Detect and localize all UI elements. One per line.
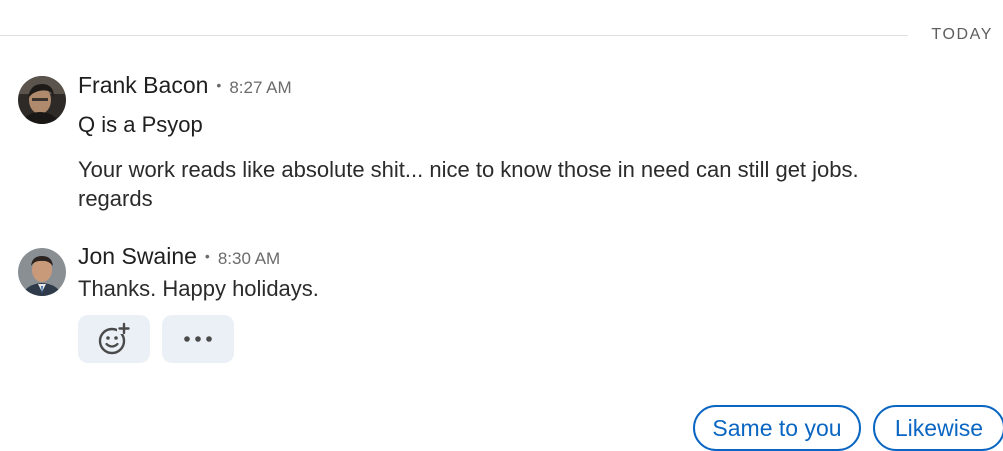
add-reaction-icon [98, 322, 131, 355]
message-time: 8:30 AM [217, 249, 281, 268]
message-body-line: Your work reads like absolute shit... ni… [78, 157, 859, 182]
more-options-button[interactable] [162, 315, 234, 363]
sender-name[interactable]: Jon Swaine [78, 243, 197, 270]
message-subject: Q is a Psyop [78, 112, 203, 137]
message-time: 8:27 AM [229, 78, 292, 97]
separator-dot: • [204, 248, 210, 264]
separator-dot: • [216, 77, 222, 93]
more-icon [184, 336, 212, 342]
message-header: Jon Swaine • 8:30 AM [78, 243, 280, 270]
sender-name[interactable]: Frank Bacon [78, 72, 208, 99]
message-body-line: regards [78, 186, 153, 211]
quick-reply-likewise[interactable]: Likewise [873, 405, 1003, 451]
quick-reply-same-to-you[interactable]: Same to you [693, 405, 861, 451]
avatar-jon-swaine[interactable] [18, 248, 66, 296]
message-body-line: Thanks. Happy holidays. [78, 276, 319, 301]
date-divider-line [0, 35, 908, 36]
message-body: Thanks. Happy holidays. [78, 274, 978, 303]
add-reaction-button[interactable] [78, 315, 150, 363]
message-header: Frank Bacon • 8:27 AM [78, 72, 292, 99]
date-divider-label: TODAY [931, 26, 993, 43]
message-body: Your work reads like absolute shit... ni… [78, 155, 978, 213]
avatar-frank-bacon[interactable] [18, 76, 66, 124]
